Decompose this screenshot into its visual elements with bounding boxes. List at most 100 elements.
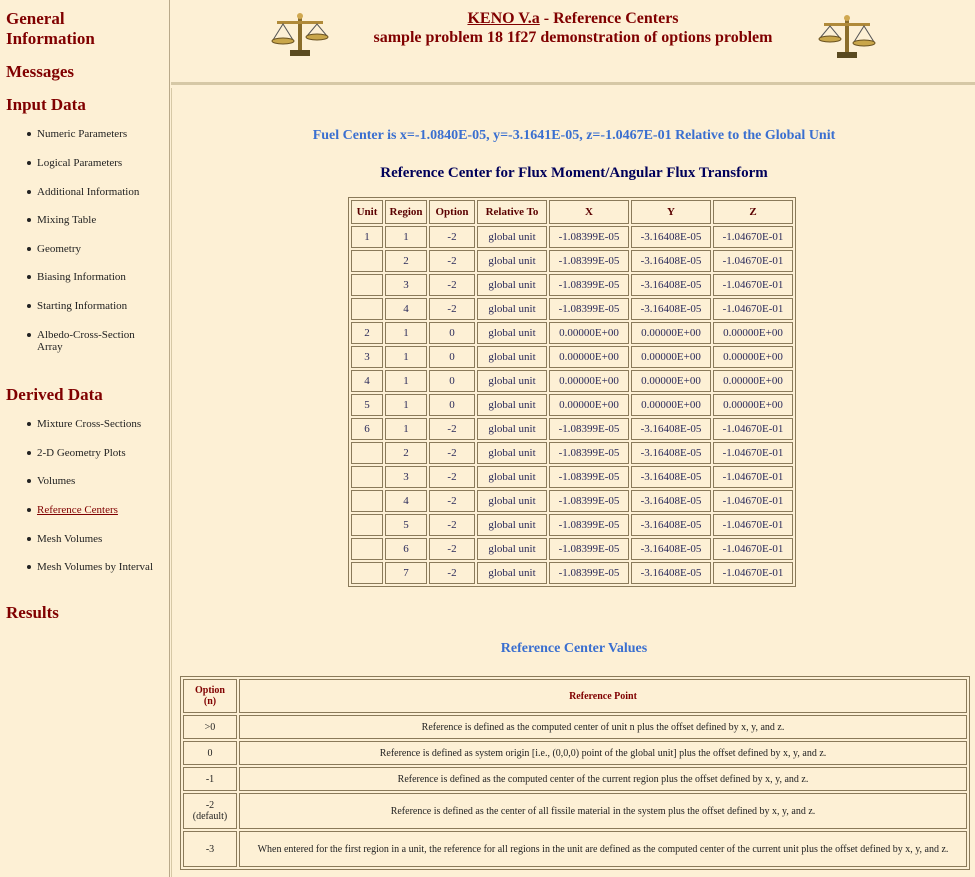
nav-albedo-cross-section-array[interactable]: Albedo-Cross-Section Array — [37, 329, 162, 353]
table-cell: global unit — [477, 490, 547, 512]
nav-mesh-volumes-by-interval[interactable]: Mesh Volumes by Interval — [37, 561, 162, 573]
keno-link[interactable]: KENO V.a — [467, 10, 539, 27]
table-row: 6 1 -2 global unit -1.08399E-05 -3.16408E-05-… — [351, 418, 793, 440]
table-cell: -1.08399E-05 — [549, 514, 629, 536]
nav-mesh-volumes[interactable]: Mesh Volumes — [37, 533, 162, 545]
table-cell: global unit — [477, 250, 547, 272]
option-value: >0 — [183, 715, 237, 739]
table-cell: -1.04670E-01 — [713, 226, 793, 248]
nav-geometry[interactable]: Geometry — [37, 243, 162, 255]
table-cell: 0.00000E+00 — [713, 346, 793, 368]
table-cell: -2 — [429, 442, 475, 464]
nav-biasing-information[interactable]: Biasing Information — [37, 271, 162, 283]
table-cell: -3.16408E-05 — [631, 418, 711, 440]
option-description: Reference is defined as the computed cen… — [239, 715, 967, 739]
table-row: 1 1 -2 global unit -1.08399E-05 -3.16408E-05-… — [351, 226, 793, 248]
table-cell: -3.16408E-05 — [631, 466, 711, 488]
nav-messages[interactable]: Messages — [0, 62, 74, 82]
table-cell: 4 — [385, 298, 427, 320]
table-cell: -1.04670E-01 — [713, 562, 793, 584]
table-cell: -3.16408E-05 — [631, 250, 711, 272]
option-value: -3 — [183, 831, 237, 867]
table-cell: -2 — [429, 514, 475, 536]
table-cell: global unit — [477, 562, 547, 584]
table-cell: 5 — [351, 394, 383, 416]
reference-center-values-title: Reference Center Values — [500, 641, 648, 656]
bullet-icon — [27, 333, 31, 337]
table-header-row: Option (n) Reference Point — [183, 679, 967, 713]
bullet-icon — [27, 218, 31, 222]
table-cell: 1 — [385, 346, 427, 368]
table-cell: -1.04670E-01 — [713, 250, 793, 272]
table-cell: 2 — [385, 442, 427, 464]
table-cell: 3 — [385, 466, 427, 488]
bullet-icon — [27, 132, 31, 136]
table-cell: global unit — [477, 274, 547, 296]
table-cell: 3 — [351, 346, 383, 368]
table-cell: global unit — [477, 346, 547, 368]
nav-volumes[interactable]: Volumes — [37, 475, 162, 487]
nav-2d-geometry-plots[interactable]: 2-D Geometry Plots — [37, 447, 162, 459]
table-cell: -3.16408E-05 — [631, 562, 711, 584]
table-cell: -1.08399E-05 — [549, 250, 629, 272]
bullet-icon — [27, 275, 31, 279]
nav-mixing-table[interactable]: Mixing Table — [37, 214, 162, 226]
table-row: -1 Reference is defined as the computed c… — [183, 767, 967, 791]
sidebar-nav: General Information Messages Input Data … — [0, 0, 170, 877]
nav-derived-data[interactable]: Derived Data — [0, 385, 103, 405]
table-cell: 1 — [351, 226, 383, 248]
nav-mixture-cross-sections[interactable]: Mixture Cross-Sections — [37, 418, 162, 430]
nav-general-information[interactable]: General Information — [0, 9, 156, 49]
table-cell: global unit — [477, 322, 547, 344]
nav-results[interactable]: Results — [0, 603, 59, 623]
reference-values-table: Option (n) Reference Point >0 Reference i… — [180, 676, 970, 870]
col-y: Y — [631, 200, 711, 224]
table-cell: 1 — [385, 226, 427, 248]
table-cell: 0 — [429, 370, 475, 392]
table-cell: global unit — [477, 226, 547, 248]
table-cell: -1.08399E-05 — [549, 226, 629, 248]
table-cell: -3.16408E-05 — [631, 514, 711, 536]
table-cell: -2 — [429, 274, 475, 296]
table-cell: 0.00000E+00 — [713, 394, 793, 416]
table-cell: -3.16408E-05 — [631, 226, 711, 248]
table-cell: 0 — [429, 322, 475, 344]
table-row: 5 -2 global unit -1.08399E-05 -3.16408E-05 -1… — [351, 514, 793, 536]
col-region: Region — [385, 200, 427, 224]
table-cell: 1 — [385, 322, 427, 344]
table-row: 0 Reference is defined as system origin [… — [183, 741, 967, 765]
bullet-icon — [27, 537, 31, 541]
nav-starting-information[interactable]: Starting Information — [37, 300, 162, 312]
nav-reference-centers[interactable]: Reference Centers — [37, 504, 162, 516]
table-cell: -2 — [429, 562, 475, 584]
table-row: 3 1 0 global unit 0.00000E+00 0.00000E+00 0.00… — [351, 346, 793, 368]
table-cell: 0.00000E+00 — [549, 370, 629, 392]
page-header: KENO V.a - Reference Centers sample prob… — [171, 0, 975, 85]
table-cell: global unit — [477, 466, 547, 488]
nav-input-data[interactable]: Input Data — [0, 95, 86, 115]
table-cell: global unit — [477, 394, 547, 416]
table-cell — [351, 466, 383, 488]
table-cell: -3.16408E-05 — [631, 442, 711, 464]
nav-numeric-parameters[interactable]: Numeric Parameters — [37, 128, 162, 140]
table-cell: 0.00000E+00 — [631, 346, 711, 368]
option-value: 0 — [183, 741, 237, 765]
table-cell: 0 — [429, 346, 475, 368]
table-row: 4 1 0 global unit 0.00000E+00 0.00000E+00 0.00… — [351, 370, 793, 392]
table-cell — [351, 274, 383, 296]
nav-logical-parameters[interactable]: Logical Parameters — [37, 157, 162, 169]
table-cell: 1 — [385, 418, 427, 440]
table-cell: 6 — [385, 538, 427, 560]
nav-additional-information[interactable]: Additional Information — [37, 186, 162, 198]
col-relative-to: Relative To — [477, 200, 547, 224]
bullet-icon — [27, 304, 31, 308]
table-cell: 0.00000E+00 — [631, 370, 711, 392]
table-cell: -1.08399E-05 — [549, 442, 629, 464]
table-cell: 0 — [429, 394, 475, 416]
table-row: 3 -2 global unit -1.08399E-05 -3.16408E-05 -1… — [351, 274, 793, 296]
table-header-row: Unit Region Option Relative To X Y Z — [351, 200, 793, 224]
table-row: 2 -2 global unit -1.08399E-05 -3.16408E-05 -1… — [351, 250, 793, 272]
table-cell — [351, 250, 383, 272]
option-description: When entered for the first region in a u… — [239, 831, 967, 867]
main-content: Fuel Center is x=-1.0840E-05, y=-3.1641E… — [171, 88, 975, 877]
